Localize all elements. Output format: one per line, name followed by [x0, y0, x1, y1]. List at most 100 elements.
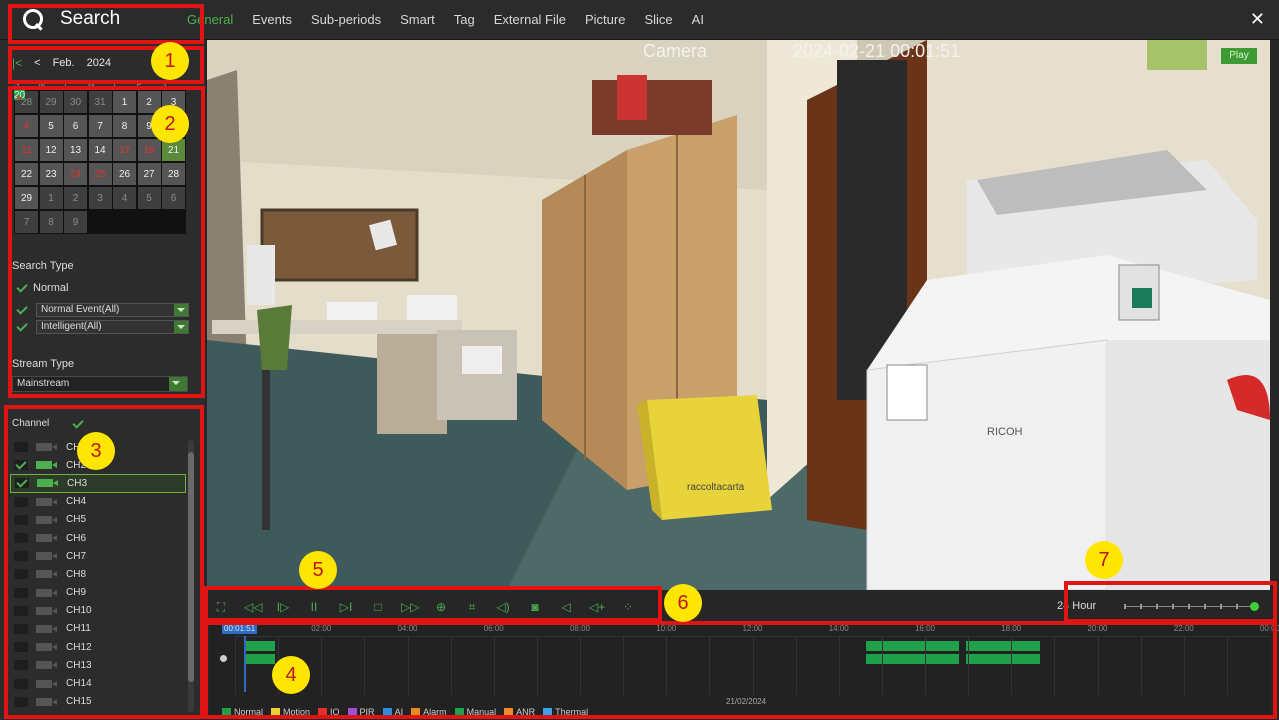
recording-segment[interactable] — [245, 654, 275, 664]
tab-ai[interactable]: AI — [692, 12, 704, 27]
channel-scrollbar[interactable] — [188, 440, 194, 712]
intelligent-checkbox[interactable] — [16, 321, 28, 333]
slider-knob[interactable] — [1250, 602, 1259, 611]
calendar-day[interactable]: 12 — [39, 139, 63, 161]
channel-row[interactable]: CH13 — [10, 656, 186, 674]
tab-general[interactable]: General — [187, 12, 233, 27]
calendar-day[interactable]: 1 — [39, 187, 63, 209]
rewind-icon[interactable]: ◁◁ — [244, 600, 262, 614]
channel-checkbox[interactable] — [15, 478, 29, 489]
zoom-icon[interactable]: ⊕ — [433, 600, 449, 614]
pause-icon[interactable]: II — [306, 600, 322, 614]
volume-icon[interactable]: ◁) — [495, 600, 511, 614]
calendar-day[interactable]: 5 — [39, 115, 63, 137]
channel-row[interactable]: CH7 — [10, 547, 186, 565]
channel-row[interactable]: CH3 — [10, 474, 186, 493]
channel-checkbox[interactable] — [14, 623, 28, 634]
channel-checkbox[interactable] — [14, 514, 28, 525]
channel-checkbox[interactable] — [14, 496, 28, 507]
calendar-day[interactable]: 26 — [113, 163, 136, 185]
tab-events[interactable]: Events — [252, 12, 292, 27]
prev-month-icon[interactable]: < — [34, 57, 40, 69]
recording-segment[interactable] — [245, 641, 275, 651]
channel-row[interactable]: CH5 — [10, 511, 186, 529]
channel-row[interactable]: CH10 — [10, 602, 186, 620]
tab-sub-periods[interactable]: Sub-periods — [311, 12, 381, 27]
normal-checkbox[interactable] — [16, 282, 28, 294]
stream-type-dropdown[interactable]: Mainstream — [12, 376, 188, 392]
tab-external-file[interactable]: External File — [494, 12, 566, 27]
channel-select-all-checkbox[interactable] — [72, 418, 84, 430]
slow-play-icon[interactable]: I▷ — [275, 600, 291, 614]
channel-checkbox[interactable] — [14, 460, 28, 471]
event-checkbox[interactable] — [16, 304, 28, 316]
calendar-day[interactable]: 23 — [39, 163, 63, 185]
calendar-day[interactable]: 22 — [15, 163, 38, 185]
event-type-dropdown[interactable]: Normal Event(All) — [36, 303, 189, 317]
calendar-day[interactable]: 30 — [64, 91, 87, 113]
timeline-cursor[interactable] — [244, 636, 246, 692]
calendar-day[interactable]: 4 — [113, 187, 136, 209]
calendar-day[interactable]: 11 — [15, 139, 38, 161]
scrollbar-thumb[interactable] — [188, 452, 194, 682]
channel-row[interactable]: CH8 — [10, 565, 186, 583]
channel-checkbox[interactable] — [14, 533, 28, 544]
fit-screen-icon[interactable]: ⛶ — [213, 600, 229, 614]
calendar-day[interactable]: 18 — [137, 139, 161, 161]
calendar-day[interactable]: 14 — [88, 139, 112, 161]
calendar-day[interactable]: 28 — [162, 163, 185, 185]
channel-checkbox[interactable] — [14, 696, 28, 707]
crop-icon[interactable]: ⌗ — [464, 600, 480, 614]
calendar-day[interactable]: 6 — [64, 115, 87, 137]
calendar-day[interactable]: 17 — [113, 139, 136, 161]
fast-forward-icon[interactable]: ▷▷ — [401, 600, 419, 614]
recording-segment[interactable] — [866, 641, 959, 651]
step-forward-icon[interactable]: ▷I — [338, 600, 354, 614]
calendar-day[interactable]: 1 — [113, 91, 136, 113]
channel-row[interactable]: CH4 — [10, 493, 186, 511]
recording-segment[interactable] — [966, 641, 1040, 651]
calendar-day[interactable]: 7 — [15, 211, 38, 233]
calendar-day[interactable]: 8 — [39, 211, 63, 233]
calendar-day[interactable]: 3 — [88, 187, 112, 209]
first-month-icon[interactable]: |< — [12, 56, 22, 70]
channel-checkbox[interactable] — [14, 551, 28, 562]
channel-checkbox[interactable] — [14, 678, 28, 689]
calendar-day[interactable]: 2 — [64, 187, 87, 209]
tab-picture[interactable]: Picture — [585, 12, 625, 27]
channel-checkbox[interactable] — [14, 642, 28, 653]
channel-row[interactable]: CH14 — [10, 674, 186, 692]
calendar-day[interactable]: 20 — [14, 90, 26, 101]
channel-checkbox[interactable] — [14, 442, 28, 453]
video-player[interactable]: raccoltacarta RICOH — [207, 40, 1270, 590]
snapshot-icon[interactable]: ◙ — [527, 600, 543, 614]
channel-checkbox[interactable] — [14, 569, 28, 580]
channel-checkbox[interactable] — [14, 605, 28, 616]
calendar-day[interactable]: 13 — [64, 139, 87, 161]
dewarp-icon[interactable]: ⁘ — [620, 600, 636, 614]
calendar-day[interactable]: 29 — [39, 91, 63, 113]
channel-row[interactable]: CH15 — [10, 693, 186, 711]
add-tag-icon[interactable]: ◁+ — [589, 600, 605, 614]
calendar-day[interactable]: 8 — [113, 115, 136, 137]
channel-row[interactable]: CH12 — [10, 638, 186, 656]
close-button[interactable]: ✕ — [1250, 9, 1265, 30]
recording-segment[interactable] — [966, 654, 1040, 664]
calendar-day[interactable]: 25 — [88, 163, 112, 185]
calendar-day[interactable]: 29 — [15, 187, 38, 209]
calendar-day[interactable]: 7 — [88, 115, 112, 137]
tab-slice[interactable]: Slice — [644, 12, 672, 27]
calendar-day[interactable]: 6 — [162, 187, 185, 209]
calendar-day[interactable]: 5 — [137, 187, 161, 209]
channel-checkbox[interactable] — [14, 660, 28, 671]
tab-smart[interactable]: Smart — [400, 12, 435, 27]
calendar-day[interactable]: 4 — [15, 115, 38, 137]
calendar-day[interactable]: 27 — [137, 163, 161, 185]
tab-tag[interactable]: Tag — [454, 12, 475, 27]
stop-icon[interactable]: □ — [370, 600, 386, 614]
channel-row[interactable]: CH11 — [10, 620, 186, 638]
tag-icon[interactable]: ◁ — [558, 600, 574, 614]
timeline[interactable]: 02:00 04:00 06:00 08:00 10:00 12:00 14:00 16:00… — [210, 624, 1279, 718]
recording-segment[interactable] — [866, 654, 959, 664]
channel-row[interactable]: CH9 — [10, 584, 186, 602]
